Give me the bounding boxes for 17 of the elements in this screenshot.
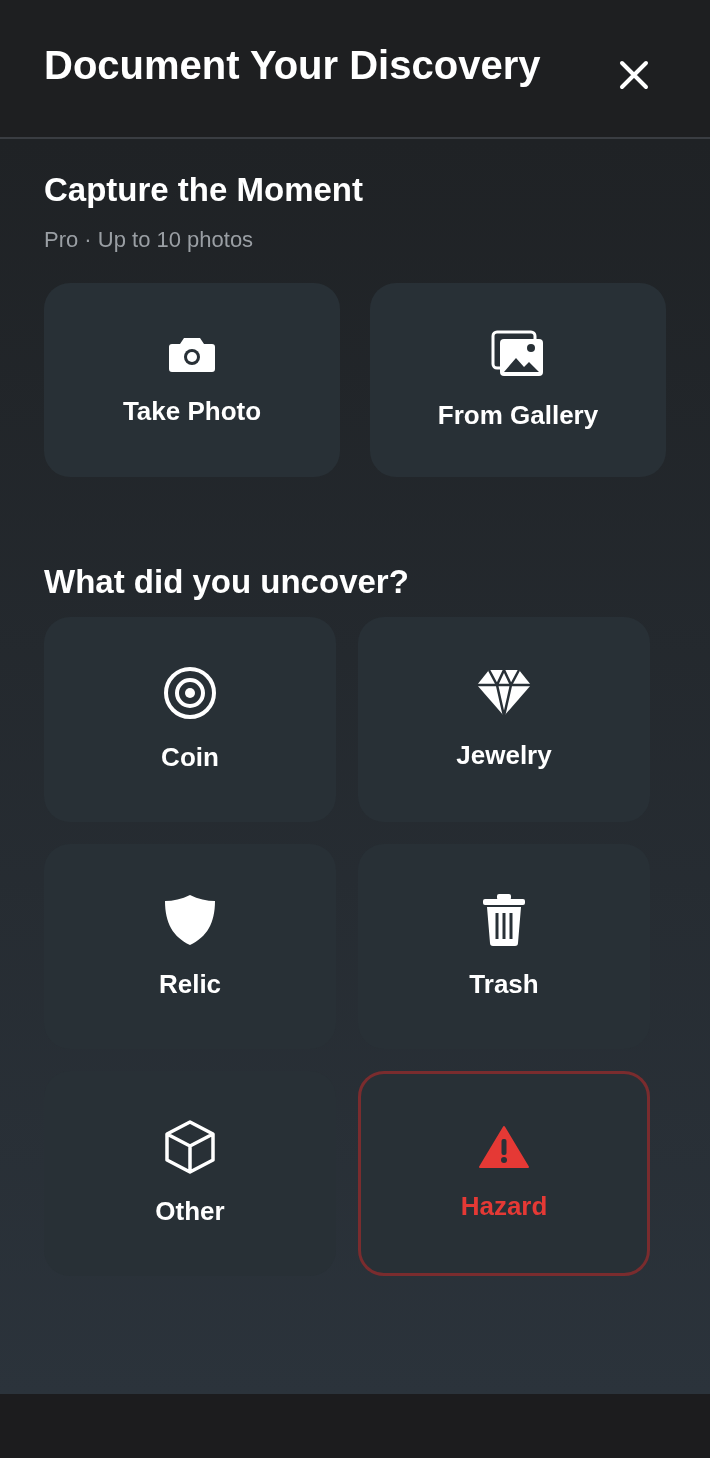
category-option[interactable]: Coin [44,617,336,822]
photo-limit-text: Pro · Up to 10 photos [44,227,255,253]
diamond-icon [476,668,532,718]
photo-source-button[interactable]: Take Photo [44,283,340,477]
cube-icon [164,1120,216,1174]
warning-icon [479,1125,529,1169]
trash-icon [482,893,526,947]
gallery-icon [491,329,545,378]
close-icon [618,58,650,91]
category-option[interactable]: Jewelry [358,617,650,822]
section-title: Capture the Moment [44,171,364,209]
close-button[interactable] [618,58,650,91]
shield-icon [163,893,217,947]
target-icon [163,666,217,720]
photo-source-button[interactable]: From Gallery [370,283,666,477]
section-title: What did you uncover? [44,563,410,601]
dialog-title: Document Your Discovery [44,43,541,88]
